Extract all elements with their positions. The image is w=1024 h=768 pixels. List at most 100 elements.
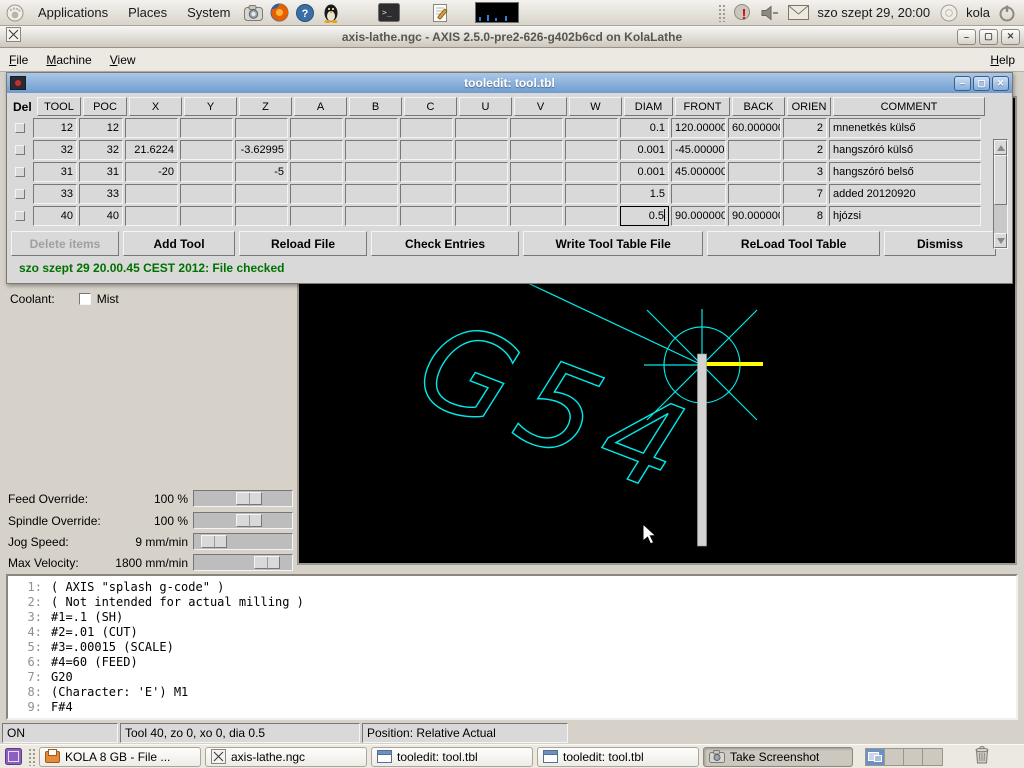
poc-cell[interactable]: 33 [79, 184, 123, 204]
panel-drag-handle[interactable] [28, 748, 35, 766]
a-cell[interactable] [290, 206, 343, 226]
mist-checkbox[interactable] [79, 293, 91, 305]
x-cell[interactable]: 21.6224 [125, 140, 178, 160]
c-cell[interactable] [400, 118, 453, 138]
file-menu[interactable]: File [0, 49, 37, 71]
x-cell[interactable] [125, 184, 178, 204]
front-cell[interactable]: -45.000000 [671, 140, 726, 160]
workspace-2[interactable] [885, 749, 904, 765]
task-tooledit-2[interactable]: tooledit: tool.tbl [537, 747, 699, 767]
volume-muted-icon[interactable] [759, 2, 781, 24]
column-header-z[interactable]: Z [239, 97, 292, 116]
u-cell[interactable] [455, 184, 508, 204]
applications-menu[interactable]: Applications [30, 2, 116, 23]
row-delete-checkbox[interactable] [15, 167, 25, 177]
help-menu[interactable]: Help [981, 49, 1024, 71]
a-cell[interactable] [290, 140, 343, 160]
v-cell[interactable] [510, 162, 563, 182]
system-monitor-applet[interactable] [474, 2, 520, 24]
c-cell[interactable] [400, 162, 453, 182]
z-cell[interactable] [235, 184, 288, 204]
v-cell[interactable] [510, 206, 563, 226]
column-header-c[interactable]: C [404, 97, 457, 116]
jog-speed-slider[interactable] [193, 533, 293, 550]
help-launcher-icon[interactable]: ? [294, 2, 316, 24]
mail-notification-icon[interactable] [787, 2, 809, 24]
a-cell[interactable] [290, 184, 343, 204]
comment-cell[interactable]: hangszóró belső [829, 162, 981, 182]
reload-tool-table-button[interactable]: ReLoad Tool Table [707, 231, 880, 256]
diam-cell[interactable]: 0.5 [620, 206, 669, 226]
show-desktop-button[interactable] [2, 747, 24, 767]
task-axis-window[interactable]: axis-lathe.ngc [205, 747, 367, 767]
workspace-4[interactable] [923, 749, 942, 765]
z-cell[interactable] [235, 118, 288, 138]
machine-menu[interactable]: Machine [37, 49, 100, 71]
task-tooledit-1[interactable]: tooledit: tool.tbl [371, 747, 533, 767]
tool-cell[interactable]: 40 [33, 206, 77, 226]
column-header-front[interactable]: FRONT [675, 97, 730, 116]
orien-cell[interactable]: 2 [783, 118, 827, 138]
x-cell[interactable] [125, 206, 178, 226]
x-cell[interactable] [125, 118, 178, 138]
scroll-down-icon[interactable] [994, 233, 1007, 248]
column-header-back[interactable]: BACK [732, 97, 785, 116]
orien-cell[interactable]: 8 [783, 206, 827, 226]
column-header-comment[interactable]: COMMENT [833, 97, 985, 116]
workspace-3[interactable] [904, 749, 923, 765]
column-header-v[interactable]: V [514, 97, 567, 116]
write-tool-table-button[interactable]: Write Tool Table File [523, 231, 703, 256]
front-cell[interactable]: 45.000000 [671, 162, 726, 182]
z-cell[interactable] [235, 206, 288, 226]
w-cell[interactable] [565, 140, 618, 160]
poc-cell[interactable]: 12 [79, 118, 123, 138]
diam-cell[interactable]: 0.001 [620, 140, 669, 160]
slider-handle[interactable] [254, 556, 280, 569]
max-velocity-slider[interactable] [193, 554, 293, 571]
firefox-launcher-icon[interactable] [268, 2, 290, 24]
column-header-diam[interactable]: DIAM [624, 97, 673, 116]
minimize-button[interactable]: – [957, 29, 976, 45]
diam-cell[interactable]: 1.5 [620, 184, 669, 204]
b-cell[interactable] [345, 206, 398, 226]
orien-cell[interactable]: 2 [783, 140, 827, 160]
b-cell[interactable] [345, 118, 398, 138]
w-cell[interactable] [565, 118, 618, 138]
scrollbar-thumb[interactable] [994, 155, 1007, 205]
w-cell[interactable] [565, 184, 618, 204]
y-cell[interactable] [180, 118, 233, 138]
row-delete-checkbox[interactable] [15, 189, 25, 199]
system-menu[interactable]: System [179, 2, 238, 23]
close-button[interactable]: ✕ [1001, 29, 1020, 45]
applet-drag-handle[interactable] [718, 4, 725, 22]
dismiss-button[interactable]: Dismiss [884, 231, 996, 256]
v-cell[interactable] [510, 140, 563, 160]
maximize-button[interactable]: ▢ [979, 29, 998, 45]
comment-cell[interactable]: hangszóró külső [829, 140, 981, 160]
column-header-u[interactable]: U [459, 97, 512, 116]
screenshot-launcher-icon[interactable] [242, 2, 264, 24]
tux-launcher-icon[interactable] [320, 2, 342, 24]
y-cell[interactable] [180, 184, 233, 204]
table-scrollbar[interactable] [993, 139, 1008, 249]
c-cell[interactable] [400, 140, 453, 160]
comment-cell[interactable]: added 20120920 [829, 184, 981, 204]
task-take-screenshot[interactable]: Take Screenshot [703, 747, 853, 767]
c-cell[interactable] [400, 206, 453, 226]
z-cell[interactable]: -5 [235, 162, 288, 182]
text-editor-launcher-icon[interactable] [430, 2, 452, 24]
reload-file-button[interactable]: Reload File [239, 231, 367, 256]
u-cell[interactable] [455, 118, 508, 138]
gnome-logo-icon[interactable] [4, 2, 26, 24]
column-header-orien[interactable]: ORIEN [787, 97, 831, 116]
back-cell[interactable] [728, 184, 781, 204]
tool-cell[interactable]: 12 [33, 118, 77, 138]
feed-override-slider[interactable] [193, 490, 293, 507]
tooledit-titlebar[interactable]: tooledit: tool.tbl – ▢ ✕ [7, 73, 1012, 93]
orien-cell[interactable]: 3 [783, 162, 827, 182]
b-cell[interactable] [345, 162, 398, 182]
update-notifier-icon[interactable]: ! [731, 2, 753, 24]
column-header-poc[interactable]: POC [83, 97, 127, 116]
slider-handle[interactable] [236, 492, 262, 505]
check-entries-button[interactable]: Check Entries [371, 231, 519, 256]
